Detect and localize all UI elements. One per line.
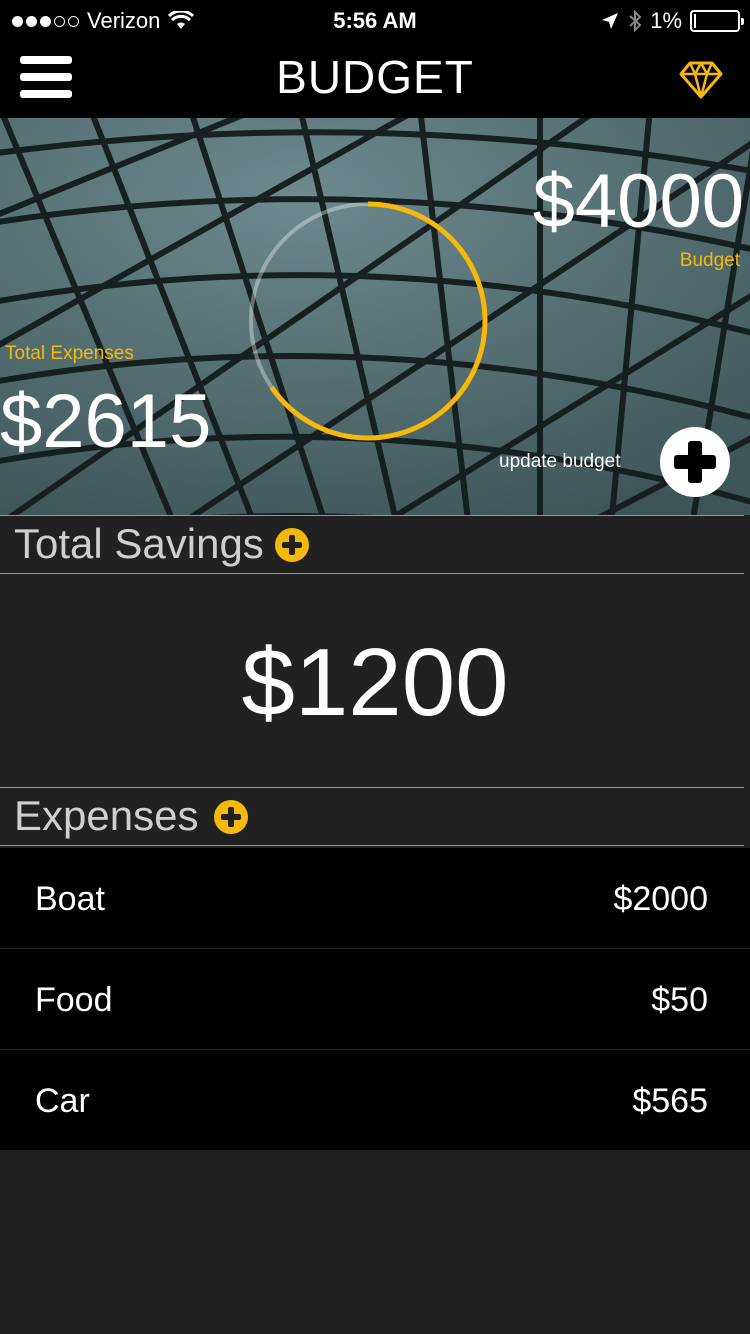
- expense-amount: $2000: [613, 880, 708, 918]
- total-expenses-label: Total Expenses: [5, 343, 134, 364]
- budget-label: Budget: [679, 250, 740, 271]
- update-budget-label: update budget: [499, 451, 621, 472]
- savings-title: Total Savings: [14, 520, 264, 567]
- status-right: 1%: [600, 8, 744, 34]
- list-item[interactable]: Food $50: [0, 949, 750, 1050]
- location-arrow-icon: [602, 13, 619, 29]
- list-item[interactable]: Car $565: [0, 1050, 750, 1151]
- add-savings-button[interactable]: [275, 528, 309, 562]
- budget-summary: $4000 Budget Total Expenses $2615 update…: [0, 118, 750, 515]
- list-item[interactable]: Boat $2000: [0, 848, 750, 949]
- bluetooth-icon: [629, 10, 642, 32]
- nav-bar: BUDGET: [0, 40, 750, 118]
- expenses-header: Expenses: [0, 787, 744, 846]
- expense-name: Boat: [35, 880, 105, 918]
- savings-amount: $1200: [241, 629, 509, 736]
- update-budget-button[interactable]: [660, 427, 730, 497]
- add-expense-button[interactable]: [214, 800, 248, 834]
- expense-name: Food: [35, 981, 113, 1019]
- status-bar: Verizon 5:56 AM 1%: [0, 0, 750, 40]
- savings-header: Total Savings: [0, 515, 744, 574]
- page-title: BUDGET: [276, 51, 474, 103]
- expense-amount: $50: [651, 981, 708, 1019]
- total-expenses-amount: $2615: [0, 379, 212, 464]
- battery-percent: 1%: [650, 8, 682, 33]
- expense-amount: $565: [632, 1082, 708, 1120]
- expenses-title: Expenses: [14, 792, 199, 839]
- diamond-icon[interactable]: [678, 60, 724, 100]
- budget-amount: $4000: [532, 159, 744, 244]
- battery-icon: [690, 10, 744, 32]
- expense-progress-ring: [248, 201, 488, 441]
- expenses-list: Boat $2000 Food $50 Car $565: [0, 848, 750, 1151]
- expense-name: Car: [35, 1082, 90, 1120]
